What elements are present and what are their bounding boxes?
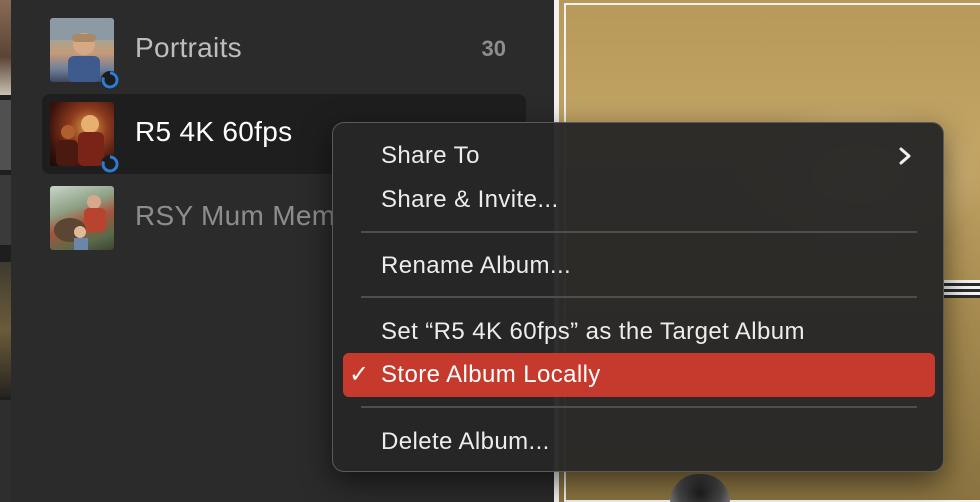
sync-icon (101, 155, 119, 173)
menu-item-share-to[interactable]: Share To (343, 136, 935, 176)
menu-item-label: Share To (381, 142, 480, 169)
menu-item-store-album-locally[interactable]: ✓ Store Album Locally (343, 353, 935, 397)
chevron-right-icon (899, 147, 911, 165)
album-photo-count: 30 (481, 36, 506, 61)
checkmark-icon: ✓ (349, 361, 370, 388)
photo-thumbnail[interactable] (0, 100, 11, 170)
sync-icon (101, 71, 119, 89)
photo-thumbnail[interactable] (0, 262, 11, 397)
photo-grid-edge (0, 0, 11, 502)
menu-separator (361, 231, 917, 233)
photo-thumbnail[interactable] (0, 400, 11, 502)
menu-separator (361, 406, 917, 408)
album-item-portraits[interactable]: Portraits 30 (42, 10, 526, 90)
photo-thumbnail[interactable] (0, 0, 11, 95)
album-name: RSY Mum Mem (135, 200, 336, 231)
menu-item-label: Set “R5 4K 60fps” as the Target Album (381, 318, 805, 345)
menu-item-label: Store Album Locally (381, 361, 601, 388)
menu-item-share-invite[interactable]: Share & Invite... (343, 180, 935, 220)
photo-detail (944, 280, 980, 298)
menu-item-label: Delete Album... (381, 428, 550, 455)
album-context-menu: Share To Share & Invite... Rename Album.… (332, 122, 944, 472)
menu-item-set-target-album[interactable]: Set “R5 4K 60fps” as the Target Album (343, 312, 935, 352)
menu-item-label: Share & Invite... (381, 186, 559, 213)
menu-item-label: Rename Album... (381, 252, 572, 279)
menu-item-rename-album[interactable]: Rename Album... (343, 246, 935, 286)
album-name: Portraits (135, 32, 242, 63)
family-thumbnail (50, 186, 114, 250)
menu-item-delete-album[interactable]: Delete Album... (343, 422, 935, 462)
menu-separator (361, 296, 917, 298)
album-name: R5 4K 60fps (135, 116, 293, 147)
photo-thumbnail[interactable] (0, 175, 11, 245)
